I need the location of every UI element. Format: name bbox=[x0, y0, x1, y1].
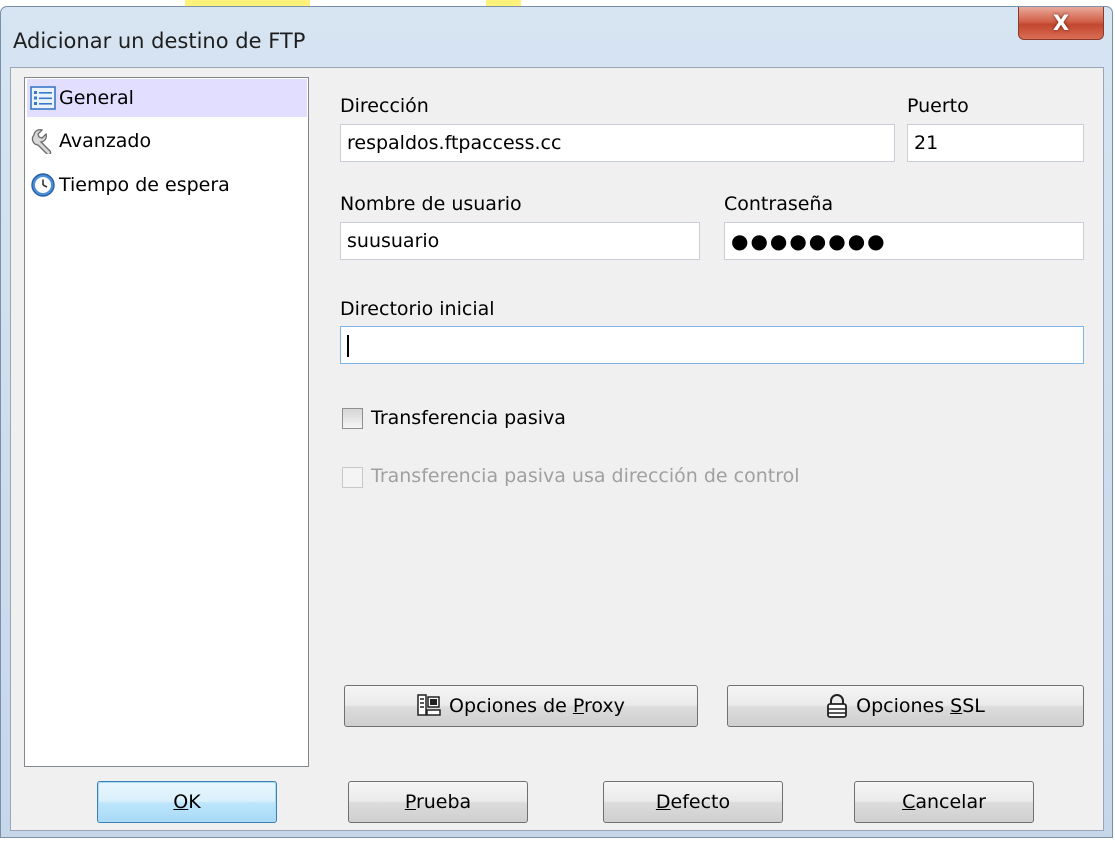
nav-item-label: General bbox=[59, 87, 134, 109]
port-input[interactable]: 21 bbox=[907, 124, 1084, 162]
wrench-icon bbox=[29, 127, 57, 155]
nav-item-label: Tiempo de espera bbox=[59, 174, 230, 196]
passive-transfer-label[interactable]: Transferencia pasiva bbox=[371, 407, 566, 429]
proxy-icon bbox=[417, 694, 441, 718]
passive-transfer-checkbox[interactable] bbox=[342, 408, 363, 429]
passive-control-label: Transferencia pasiva usa dirección de co… bbox=[371, 465, 800, 487]
initial-dir-label: Directorio inicial bbox=[340, 298, 495, 320]
close-button[interactable]: X bbox=[1018, 7, 1104, 40]
lock-icon bbox=[826, 694, 848, 718]
nav-item-avanzado[interactable]: Avanzado bbox=[27, 122, 307, 160]
address-input[interactable]: respaldos.ftpaccess.cc bbox=[340, 124, 895, 162]
clock-icon bbox=[29, 171, 57, 199]
proxy-options-button[interactable]: Opciones de Proxy bbox=[344, 685, 698, 727]
default-label: Defecto bbox=[655, 791, 731, 813]
ssl-options-button[interactable]: Opciones SSL bbox=[727, 685, 1084, 727]
dialog-client-area: General Avanzado Tiempo de espera Direcc… bbox=[10, 67, 1104, 831]
ok-button[interactable]: OK bbox=[97, 781, 277, 823]
password-input[interactable]: ●●●●●●●● bbox=[724, 222, 1084, 260]
initial-dir-input[interactable] bbox=[340, 326, 1084, 364]
settings-nav-list[interactable]: General Avanzado Tiempo de espera bbox=[24, 77, 309, 767]
ssl-options-label: Opciones SSL bbox=[856, 695, 985, 717]
ok-label: OK bbox=[173, 791, 201, 813]
proxy-options-label: Opciones de Proxy bbox=[449, 695, 625, 717]
list-icon bbox=[29, 84, 57, 112]
password-label: Contraseña bbox=[724, 193, 834, 215]
passive-control-checkbox bbox=[342, 467, 363, 488]
window-title: Adicionar un destino de FTP bbox=[13, 29, 306, 53]
port-label: Puerto bbox=[907, 95, 969, 117]
text-caret bbox=[347, 334, 349, 357]
test-button[interactable]: Prueba bbox=[348, 781, 528, 823]
dialog-window: Adicionar un destino de FTP X General Av… bbox=[0, 6, 1113, 838]
nav-item-label: Avanzado bbox=[59, 130, 152, 152]
username-value: suusuario bbox=[347, 230, 440, 252]
nav-item-general[interactable]: General bbox=[27, 79, 307, 117]
cancel-label: Cancelar bbox=[902, 791, 986, 813]
close-icon: X bbox=[1052, 11, 1070, 35]
address-label: Dirección bbox=[340, 95, 429, 117]
password-value: ●●●●●●●● bbox=[731, 229, 887, 253]
default-button[interactable]: Defecto bbox=[603, 781, 783, 823]
address-value: respaldos.ftpaccess.cc bbox=[347, 132, 562, 154]
port-value: 21 bbox=[914, 132, 939, 154]
username-input[interactable]: suusuario bbox=[340, 222, 700, 260]
test-label: Prueba bbox=[404, 791, 472, 813]
nav-item-tiempo-de-espera[interactable]: Tiempo de espera bbox=[27, 166, 307, 204]
title-bar[interactable]: Adicionar un destino de FTP X bbox=[1, 7, 1112, 73]
username-label: Nombre de usuario bbox=[340, 193, 522, 215]
cancel-button[interactable]: Cancelar bbox=[854, 781, 1034, 823]
